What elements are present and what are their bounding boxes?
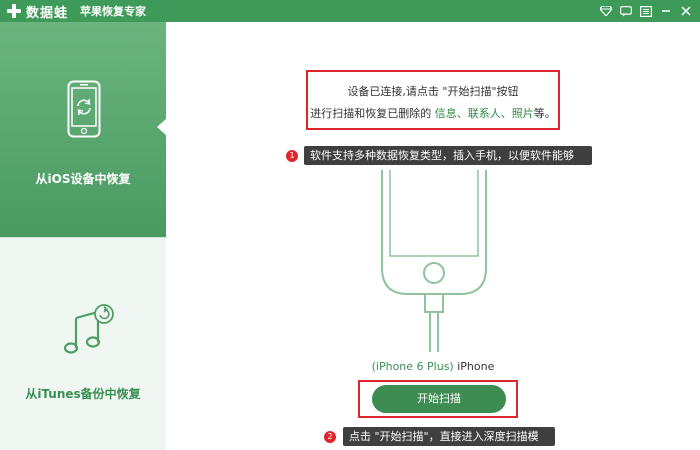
sidebar-item-itunes-backup[interactable]: 从iTunes备份中恢复 — [0, 237, 166, 450]
tip-tooltip-2: 点击 "开始扫描"，直接进入深度扫描模式 — [343, 427, 555, 450]
device-name: iPhone — [453, 360, 495, 373]
intro-prefix: 进行扫描和恢复已删除的 — [310, 107, 435, 120]
device-model: (iPhone 6 Plus) — [371, 360, 454, 373]
sidebar-item-ios-device[interactable]: 从iOS设备中恢复 — [0, 22, 167, 237]
minimize-icon[interactable] — [656, 0, 676, 22]
main-panel: 设备已连接,请点击 "开始扫描"按钮 进行扫描和恢复已删除的 信息、联系人、照片… — [167, 22, 700, 450]
logo-text: 数据蛙 — [26, 5, 69, 21]
title-bar: 数据蛙 苹果恢复专家 — [0, 0, 700, 22]
intro-data-types: 信息、联系人、照片 — [434, 107, 534, 120]
close-icon[interactable] — [676, 0, 696, 22]
plus-logo-icon — [6, 3, 22, 19]
step-number-badge: 2 — [324, 431, 336, 443]
app-subtitle: 苹果恢复专家 — [80, 5, 147, 18]
intro-text-line2: 进行扫描和恢复已删除的 信息、联系人、照片等。 — [306, 105, 560, 121]
intro-text-line1: 设备已连接,请点击 "开始扫描"按钮 — [347, 85, 519, 98]
sidebar: 从iOS设备中恢复 从iTunes备份中恢复 — [0, 22, 167, 450]
app-logo: 数据蛙 — [6, 2, 68, 21]
sidebar-item-label: 从iOS设备中恢复 — [35, 172, 131, 186]
chat-icon[interactable] — [616, 0, 636, 22]
window-controls — [596, 0, 696, 22]
music-note-icon — [63, 304, 114, 354]
intro-suffix: 等。 — [533, 107, 556, 120]
diamond-icon[interactable] — [596, 0, 616, 22]
iphone-illustration — [381, 170, 487, 352]
active-indicator — [157, 118, 167, 136]
device-info: (iPhone 6 Plus) iPhone — [327, 360, 539, 373]
iphone-restore-icon — [67, 80, 101, 138]
start-scan-button[interactable]: 开始扫描 — [372, 385, 506, 413]
step-number-badge: 1 — [286, 150, 298, 162]
tip-tooltip-1: 软件支持多种数据恢复类型，插入手机，以便软件能够识别 — [304, 146, 592, 181]
intro-highlight-box — [306, 70, 560, 130]
menu-icon[interactable] — [636, 0, 656, 22]
sidebar-item-label: 从iTunes备份中恢复 — [25, 387, 141, 401]
